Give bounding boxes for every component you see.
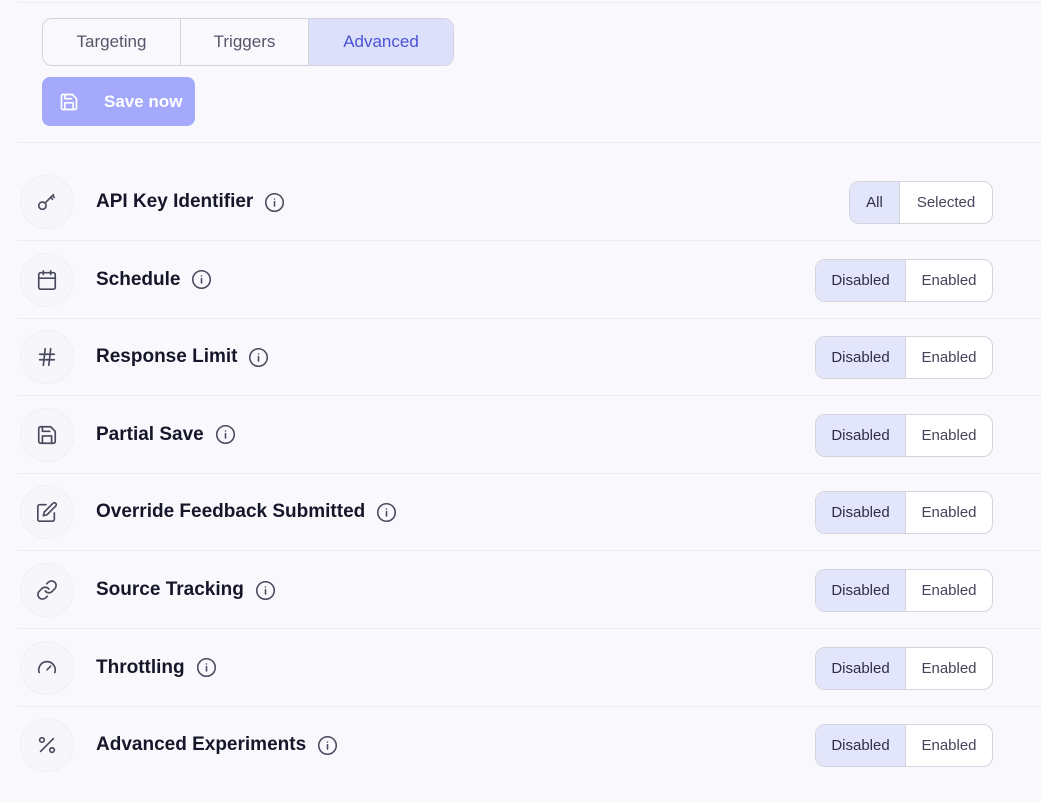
- option-disabled[interactable]: Disabled: [816, 492, 906, 534]
- tab-triggers[interactable]: Triggers: [181, 19, 309, 65]
- option-enabled[interactable]: Enabled: [906, 648, 992, 689]
- setting-title-label: API Key Identifier: [96, 191, 254, 212]
- segmented-control: Disabled Enabled: [815, 569, 993, 612]
- option-enabled[interactable]: Enabled: [906, 725, 992, 766]
- setting-row-partial-save: Partial Save Disabled Enabled: [18, 396, 1041, 474]
- setting-row-source-tracking: Source Tracking Disabled Enabled: [18, 551, 1041, 629]
- setting-title-label: Override Feedback Submitted: [96, 501, 366, 523]
- setting-title-label: Response Limit: [96, 346, 238, 368]
- info-icon[interactable]: [376, 502, 397, 523]
- option-enabled[interactable]: Enabled: [906, 570, 992, 611]
- setting-title-label: Advanced Experiments: [96, 734, 307, 756]
- save-icon: [59, 92, 79, 112]
- info-icon[interactable]: [196, 657, 217, 678]
- option-disabled[interactable]: Disabled: [816, 725, 906, 767]
- setting-title: Partial Save: [96, 396, 236, 474]
- segmented-control: Disabled Enabled: [815, 258, 993, 302]
- hash-icon: [20, 330, 74, 385]
- top-divider: [18, 2, 1041, 3]
- setting-title-label: Source Tracking: [96, 579, 244, 600]
- setting-title: Override Feedback Submitted: [96, 473, 397, 551]
- setting-title: Schedule: [96, 241, 212, 319]
- setting-title-label: Throttling: [96, 656, 185, 678]
- info-icon[interactable]: [215, 424, 236, 445]
- option-disabled[interactable]: Disabled: [816, 647, 906, 689]
- setting-row-advanced-experiments: Advanced Experiments Disabled Enabled: [18, 706, 1041, 784]
- setting-row-response-limit: Response Limit Disabled Enabled: [18, 318, 1041, 397]
- setting-title-label: Schedule: [96, 268, 181, 290]
- setting-title: Advanced Experiments: [96, 706, 338, 784]
- info-icon[interactable]: [317, 735, 338, 756]
- option-selected[interactable]: Selected: [900, 182, 992, 223]
- segmented-control: Disabled Enabled: [815, 413, 993, 457]
- option-all[interactable]: All: [850, 182, 900, 223]
- info-icon[interactable]: [191, 269, 212, 290]
- segmented-control: All Selected: [849, 181, 993, 224]
- option-enabled[interactable]: Enabled: [906, 492, 992, 533]
- tab-targeting[interactable]: Targeting: [43, 19, 181, 65]
- section-divider: [18, 142, 1041, 143]
- setting-row-override-feedback-submitted: Override Feedback Submitted Disabled Enabl…: [18, 473, 1041, 552]
- option-enabled[interactable]: Enabled: [906, 337, 992, 378]
- setting-row-api-key-identifier: API Key Identifier All Selected: [18, 163, 1041, 241]
- key-icon: [20, 175, 74, 229]
- save-icon: [20, 407, 74, 462]
- setting-row-schedule: Schedule Disabled Enabled: [18, 241, 1041, 319]
- advanced-settings-page: Targeting Triggers Advanced Save now API…: [0, 0, 1041, 803]
- option-disabled[interactable]: Disabled: [816, 570, 906, 611]
- save-now-button[interactable]: Save now: [42, 77, 195, 126]
- setting-title-label: Partial Save: [96, 423, 204, 445]
- gauge-icon: [20, 640, 74, 695]
- setting-title: Response Limit: [96, 318, 269, 396]
- segmented-control: Disabled Enabled: [815, 646, 993, 690]
- tab-advanced[interactable]: Advanced: [309, 19, 453, 65]
- setting-row-throttling: Throttling Disabled Enabled: [18, 629, 1041, 707]
- setting-title: Throttling: [96, 629, 217, 707]
- option-disabled[interactable]: Disabled: [816, 337, 906, 379]
- option-disabled[interactable]: Disabled: [816, 414, 906, 456]
- setting-title: Source Tracking: [96, 551, 276, 629]
- info-icon[interactable]: [248, 347, 269, 368]
- info-icon[interactable]: [255, 580, 276, 601]
- edit-icon: [20, 485, 74, 540]
- option-enabled[interactable]: Enabled: [906, 415, 992, 456]
- info-icon[interactable]: [264, 192, 285, 213]
- option-disabled[interactable]: Disabled: [816, 259, 906, 301]
- segmented-control: Disabled Enabled: [815, 724, 993, 768]
- calendar-icon: [20, 252, 74, 307]
- segmented-control: Disabled Enabled: [815, 336, 993, 380]
- save-now-label: Save now: [104, 91, 183, 111]
- link-icon: [20, 563, 74, 617]
- option-enabled[interactable]: Enabled: [906, 260, 992, 301]
- setting-title: API Key Identifier: [96, 163, 285, 241]
- settings-tabs: Targeting Triggers Advanced: [42, 18, 454, 66]
- segmented-control: Disabled Enabled: [815, 491, 993, 535]
- percent-icon: [20, 718, 74, 773]
